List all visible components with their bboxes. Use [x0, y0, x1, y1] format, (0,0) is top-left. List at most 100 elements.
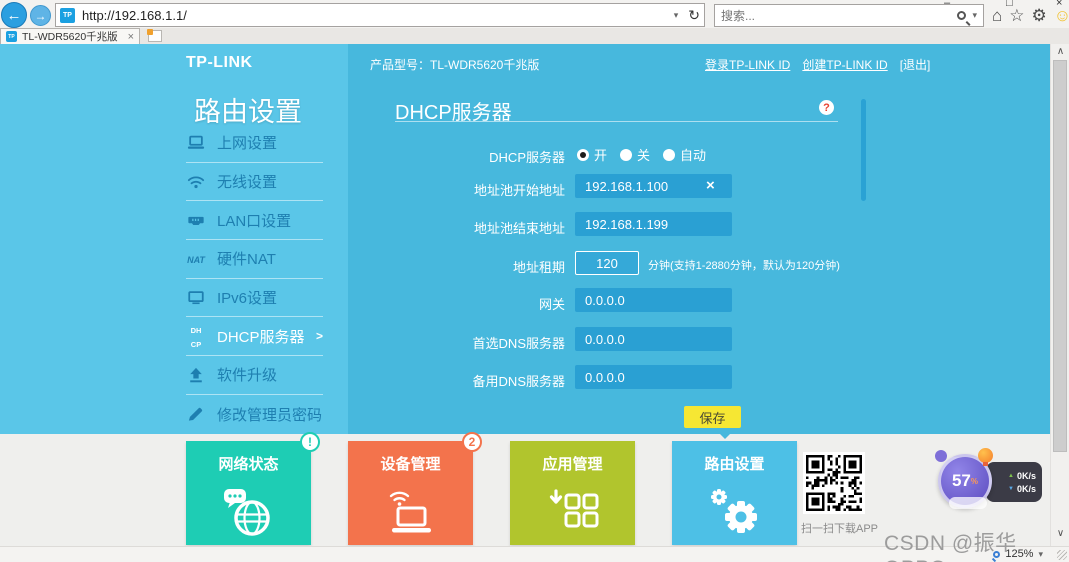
sidebar-item-label: 上网设置: [217, 135, 278, 153]
dot-decoration: [935, 450, 947, 462]
tile-router-settings[interactable]: 路由设置: [672, 441, 797, 545]
tile-network-status[interactable]: ! 网络状态: [186, 432, 320, 545]
browser-chrome: ← → TP http://192.168.1.1/ ▾ ↻ ▾ ⌂ ☆ ⚙ ☺…: [0, 0, 1069, 44]
create-tplink-id-link[interactable]: 创建TP-LINK ID: [802, 56, 887, 73]
sidebar-item-firmware-upgrade[interactable]: 软件升级: [186, 356, 323, 395]
divider: [395, 121, 838, 122]
radio-icon[interactable]: [663, 148, 676, 161]
sidebar-item-label: 硬件NAT: [217, 251, 276, 269]
pool-end-label: 地址池结束地址: [473, 221, 565, 236]
sidebar-item-lan[interactable]: LAN口设置: [186, 201, 323, 241]
page-scrollbar[interactable]: ∧ ∨: [1050, 44, 1069, 546]
home-icon[interactable]: ⌂: [992, 7, 1002, 24]
cloud-decoration: [949, 497, 987, 509]
sidebar-item-wireless[interactable]: 无线设置: [186, 163, 323, 202]
lan-port-icon: [186, 213, 206, 228]
pool-end-input[interactable]: [575, 212, 732, 236]
lease-time-note: 分钟(支持1-2880分钟，默认为120分钟): [648, 260, 840, 272]
speed-widget[interactable]: ▲ 0K/s ▼ 0K/s 57 %: [935, 448, 1042, 514]
scroll-down-icon[interactable]: ∨: [1051, 528, 1069, 539]
alert-badge: !: [300, 432, 320, 452]
dhcp-icon: [186, 322, 206, 351]
count-badge: 2: [462, 432, 482, 452]
sidebar-item-label: 软件升级: [217, 367, 278, 385]
radio-label: 自动: [680, 148, 707, 163]
sidebar-item-internet[interactable]: 上网设置: [186, 124, 323, 163]
tile-device-management[interactable]: 2 设备管理: [348, 432, 482, 545]
sidebar-item-label: LAN口设置: [217, 212, 292, 230]
browser-tab[interactable]: TP TL-WDR5620千兆版 ×: [0, 28, 140, 44]
sidebar-item-dhcp[interactable]: DHCP服务器 >: [186, 317, 323, 357]
section-pointer: [716, 430, 734, 439]
lease-time-label: 地址租期: [512, 260, 565, 275]
upload-rate: 0K/s: [1016, 470, 1036, 481]
lease-time-input[interactable]: [575, 251, 639, 275]
logout-link[interactable]: [退出]: [900, 56, 931, 73]
tile-label: 应用管理: [542, 456, 603, 473]
sidebar-item-hardware-nat[interactable]: 硬件NAT: [186, 240, 323, 279]
radio-icon[interactable]: [577, 148, 589, 161]
sidebar-item-ipv6[interactable]: IPv6设置: [186, 279, 323, 318]
tab-close-icon[interactable]: ×: [128, 31, 134, 43]
scroll-up-icon[interactable]: ∧: [1051, 46, 1069, 57]
new-tab-button[interactable]: [147, 29, 162, 42]
browser-toolbar-icons: ⌂ ☆ ⚙ ☺: [992, 7, 1069, 24]
tplink-logo: TP-LINK: [186, 54, 253, 71]
forward-button[interactable]: →: [30, 5, 51, 26]
main-panel: 产品型号：TL-WDR5620千兆版 登录TP-LINK ID 创建TP-LIN…: [348, 44, 1050, 434]
settings-gear-icon[interactable]: ⚙: [1032, 7, 1047, 24]
tile-app-management[interactable]: 应用管理: [510, 441, 635, 545]
content-scrollbar-thumb[interactable]: [861, 99, 866, 201]
sidebar-item-label: IPv6设置: [217, 290, 278, 308]
close-button[interactable]: ×: [1056, 0, 1062, 9]
gateway-input[interactable]: [575, 288, 732, 312]
radio-label: 关: [637, 148, 651, 163]
forward-icon: →: [34, 8, 47, 23]
refresh-icon[interactable]: ↻: [688, 7, 700, 24]
secondary-dns-input[interactable]: [575, 365, 732, 389]
download-rate: 0K/s: [1016, 483, 1036, 494]
login-tplink-id-link[interactable]: 登录TP-LINK ID: [705, 56, 790, 73]
upload-icon: [186, 367, 206, 383]
back-icon: ←: [6, 6, 22, 24]
search-icon[interactable]: [957, 11, 967, 20]
screen: ← → TP http://192.168.1.1/ ▾ ↻ ▾ ⌂ ☆ ⚙ ☺…: [0, 0, 1069, 562]
favorites-star-icon[interactable]: ☆: [1009, 7, 1024, 24]
product-model-label: 产品型号：TL-WDR5620千兆版: [370, 58, 540, 72]
back-button[interactable]: ←: [1, 2, 27, 28]
tile-label: 网络状态: [218, 456, 279, 473]
grid-download-icon: [543, 487, 603, 539]
percent-sign: %: [970, 476, 979, 486]
url-text[interactable]: http://192.168.1.1/: [82, 8, 187, 23]
url-dropdown-icon[interactable]: ▾: [674, 10, 679, 21]
router-page: TP-LINK 路由设置 上网设置 无线设置 LAN口设置 硬件NAT IPv6…: [0, 44, 1050, 434]
sidebar-item-label: 修改管理员密码: [217, 406, 323, 424]
search-dropdown-icon[interactable]: ▾: [972, 10, 977, 21]
memory-percent: 57: [951, 471, 971, 490]
tile-label: 设备管理: [380, 456, 441, 473]
pool-start-label: 地址池开始地址: [473, 183, 565, 198]
dhcp-server-label: DHCP服务器: [489, 150, 565, 165]
feedback-smiley-icon[interactable]: ☺: [1054, 7, 1069, 24]
sidebar-menu: 上网设置 无线设置 LAN口设置 硬件NAT IPv6设置 DHCP服务器: [186, 124, 323, 434]
sidebar-item-label: DHCP服务器: [217, 328, 305, 346]
help-icon[interactable]: ?: [819, 100, 834, 115]
clear-input-icon[interactable]: ×: [706, 177, 715, 194]
radio-option-auto[interactable]: 自动: [663, 145, 706, 164]
wifi-icon: [186, 174, 206, 189]
sidebar-item-label: 无线设置: [217, 174, 278, 192]
minimize-button[interactable]: –: [944, 0, 950, 9]
radio-label: 开: [594, 148, 608, 163]
search-input[interactable]: [721, 8, 952, 23]
scrollbar-thumb[interactable]: [1053, 60, 1067, 452]
radio-option-on[interactable]: 开: [577, 145, 607, 164]
dhcp-server-radio-group: 开 关 自动: [577, 145, 706, 164]
monitor-icon: [186, 290, 206, 305]
maximize-button[interactable]: □: [1006, 0, 1013, 9]
sidebar-item-change-password[interactable]: 修改管理员密码: [186, 395, 323, 434]
primary-dns-input[interactable]: [575, 327, 732, 351]
radio-icon[interactable]: [620, 148, 633, 161]
save-button[interactable]: 保存: [684, 406, 741, 428]
url-bar[interactable]: TP http://192.168.1.1/ ▾ ↻: [55, 3, 705, 27]
radio-option-off[interactable]: 关: [620, 145, 650, 164]
